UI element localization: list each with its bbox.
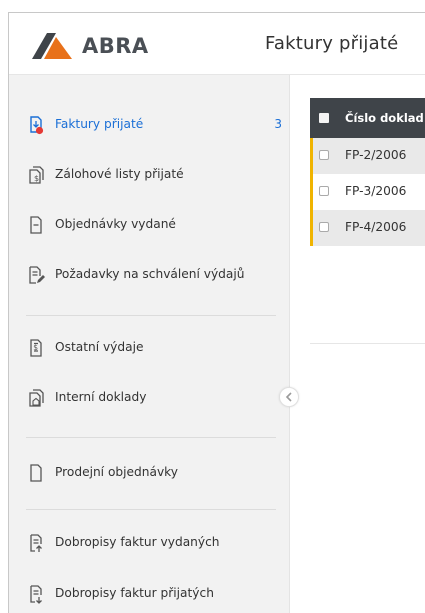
page-title: Faktury přijaté: [265, 33, 399, 54]
sidebar-divider: [26, 315, 276, 316]
app-window: ABRA Faktury přijaté Faktury přijaté 3 $…: [8, 12, 425, 613]
sidebar-item-label: Interní doklady: [55, 390, 147, 404]
document-number: FP-2/2006: [345, 148, 407, 162]
sidebar-item-advance-invoices[interactable]: $ Zálohové listy přijaté: [9, 159, 290, 191]
sidebar-item-label: Prodejní objednávky: [55, 465, 178, 479]
top-bar: ABRA Faktury přijaté: [9, 13, 425, 75]
sidebar-item-label: Faktury přijaté: [55, 117, 144, 131]
svg-text:$: $: [34, 174, 39, 183]
count-badge: 3: [274, 117, 282, 131]
sidebar-item-sales-orders[interactable]: Prodejní objednávky: [9, 457, 290, 489]
sidebar-item-label: Dobropisy faktur vydaných: [55, 535, 220, 549]
received-credit-note-icon: [30, 585, 42, 604]
sidebar-item-label: Požadavky na schválení výdajů: [55, 267, 245, 281]
other-expenses-icon: $: [30, 339, 42, 357]
content-divider: [310, 343, 425, 344]
table-row[interactable]: FP-4/2006: [310, 210, 425, 246]
advance-invoice-icon: $: [29, 166, 44, 184]
sidebar-item-received-credit-notes[interactable]: Dobropisy faktur přijatých: [9, 578, 290, 610]
abra-logo-icon: [32, 33, 72, 59]
table-row[interactable]: FP-3/2006: [310, 174, 425, 210]
collapse-sidebar-button[interactable]: [279, 387, 299, 407]
sidebar-item-expense-approvals[interactable]: Požadavky na schválení výdajů: [9, 259, 290, 291]
chevron-left-icon: [285, 392, 292, 402]
sidebar-item-label: Ostatní výdaje: [55, 340, 144, 354]
sidebar-divider: [26, 437, 276, 438]
sidebar: Faktury přijaté 3 $ Zálohové listy přija…: [9, 75, 290, 613]
sales-order-icon: [30, 464, 42, 482]
row-checkbox[interactable]: [319, 222, 329, 232]
table-header: Číslo doklad: [310, 98, 425, 138]
row-checkbox[interactable]: [319, 150, 329, 160]
table-row[interactable]: FP-2/2006: [310, 138, 425, 174]
expense-approval-icon: [29, 266, 45, 284]
document-number: FP-4/2006: [345, 220, 407, 234]
sidebar-item-label: Zálohové listy přijaté: [55, 167, 184, 181]
sidebar-item-internal-documents[interactable]: Interní doklady: [9, 382, 290, 414]
internal-document-icon: [29, 389, 44, 407]
documents-table: Číslo doklad FP-2/2006 FP-3/2006 FP-4/20…: [310, 98, 425, 246]
sidebar-item-purchase-orders[interactable]: Objednávky vydané: [9, 209, 290, 241]
select-all-checkbox[interactable]: [319, 113, 329, 123]
abra-logo[interactable]: ABRA: [32, 33, 149, 59]
main-content: Číslo doklad FP-2/2006 FP-3/2006 FP-4/20…: [291, 75, 425, 613]
row-checkbox[interactable]: [319, 186, 329, 196]
document-number: FP-3/2006: [345, 184, 407, 198]
column-header-document-number[interactable]: Číslo doklad: [345, 111, 424, 125]
issued-credit-note-icon: [30, 534, 42, 552]
sidebar-item-other-expenses[interactable]: $ Ostatní výdaje: [9, 332, 290, 364]
sidebar-item-received-invoices[interactable]: Faktury přijaté 3: [9, 109, 290, 141]
purchase-order-icon: [30, 216, 42, 234]
logo-text: ABRA: [82, 34, 149, 58]
sidebar-item-label: Dobropisy faktur přijatých: [55, 586, 214, 600]
sidebar-item-label: Objednávky vydané: [55, 217, 176, 231]
svg-text:$: $: [33, 343, 38, 352]
sidebar-divider: [26, 509, 276, 510]
sidebar-item-issued-credit-notes[interactable]: Dobropisy faktur vydaných: [9, 527, 290, 559]
received-invoice-icon: [30, 116, 44, 135]
